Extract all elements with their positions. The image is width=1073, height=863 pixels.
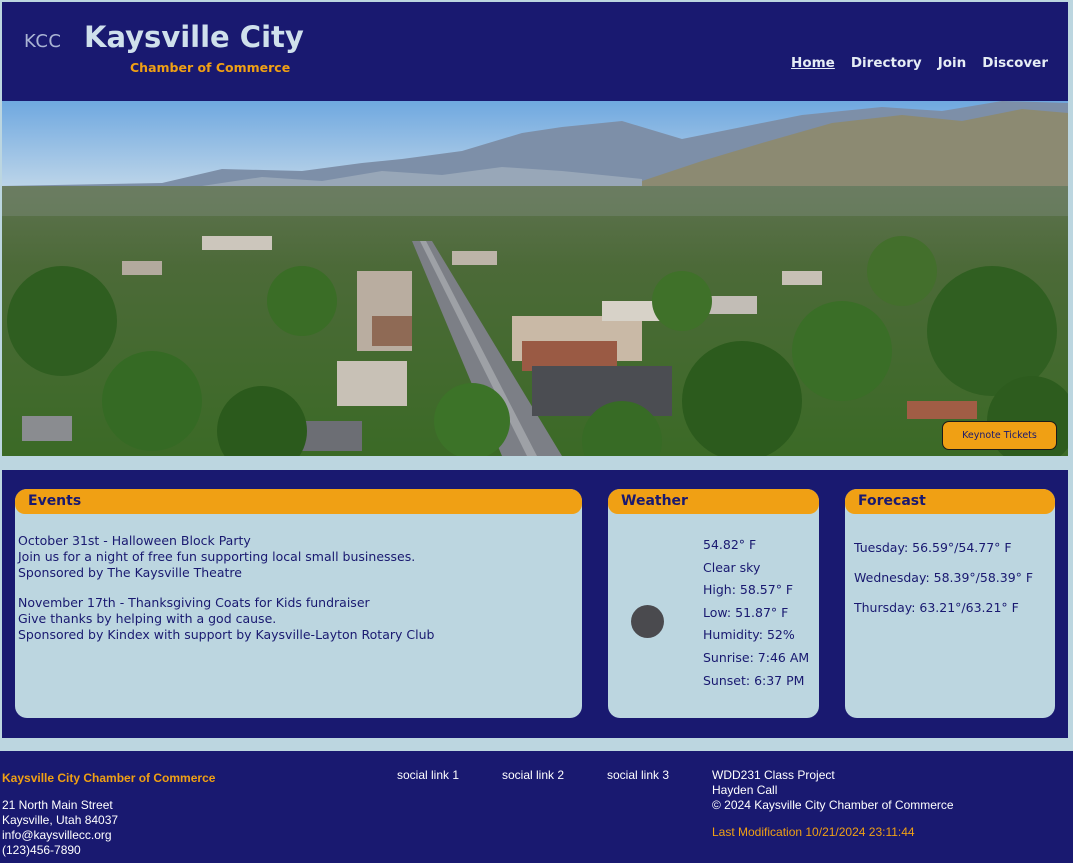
- weather-high: High: 58.57° F: [703, 582, 794, 598]
- footer-address-line: 21 North Main Street: [2, 798, 113, 812]
- event-sponsor: Sponsored by Kindex with support by Kays…: [18, 627, 435, 642]
- weather-sunrise: Sunrise: 7:46 AM: [703, 649, 810, 665]
- keynote-tickets-button[interactable]: Keynote Tickets: [942, 421, 1057, 450]
- logo[interactable]: KCC: [24, 31, 61, 52]
- weather-temp: 54.82° F: [703, 537, 757, 552]
- footer-author: Hayden Call: [712, 783, 778, 797]
- weather-heading: Weather: [608, 489, 819, 514]
- hero-image: [2, 101, 1068, 456]
- forecast-day: Tuesday: 56.59°/54.77° F: [854, 540, 1012, 555]
- weather-details: 54.82° F Clear sky High: 58.57° F Low: 5…: [703, 537, 815, 695]
- forecast-list: Tuesday: 56.59°/54.77° F Wednesday: 58.3…: [854, 540, 1033, 630]
- info-section: Events October 31st - Halloween Block Pa…: [2, 470, 1068, 738]
- footer-address-line: Kaysville, Utah 84037: [2, 813, 119, 827]
- forecast-card: Forecast Tuesday: 56.59°/54.77° F Wednes…: [845, 489, 1055, 718]
- social-link-2[interactable]: social link 2: [502, 768, 564, 782]
- nav-home[interactable]: Home: [791, 55, 835, 71]
- footer-last-modified: Last Modification 10/21/2024 23:11:44: [712, 825, 915, 839]
- event-title: November 17th - Thanksgiving Coats for K…: [18, 595, 370, 610]
- nav-directory[interactable]: Directory: [851, 55, 922, 71]
- event-description: Give thanks by helping with a god cause.: [18, 611, 277, 626]
- event-description: Join us for a night of free fun supporti…: [18, 549, 416, 564]
- event-item: November 17th - Thanksgiving Coats for K…: [18, 595, 434, 643]
- footer-project: WDD231 Class Project: [712, 768, 835, 782]
- site-header: KCC Kaysville City Chamber of Commerce H…: [2, 2, 1068, 101]
- nav-join[interactable]: Join: [938, 55, 967, 71]
- weather-condition: Clear sky: [703, 559, 761, 575]
- events-card: Events October 31st - Halloween Block Pa…: [15, 489, 582, 718]
- footer-copyright: © 2024 Kaysville City Chamber of Commerc…: [712, 798, 954, 812]
- forecast-heading: Forecast: [845, 489, 1055, 514]
- weather-card: Weather 54.82° F Clear sky High: 58.57° …: [608, 489, 819, 718]
- weather-icon: [631, 605, 664, 638]
- footer-email: info@kaysvillecc.org: [2, 828, 112, 842]
- site-subtitle: Chamber of Commerce: [130, 60, 291, 75]
- weather-sunset: Sunset: 6:37 PM: [703, 672, 805, 688]
- weather-low: Low: 51.87° F: [703, 604, 789, 620]
- site-title: Kaysville City: [84, 20, 304, 54]
- forecast-day: Thursday: 63.21°/63.21° F: [854, 600, 1019, 615]
- social-link-3[interactable]: social link 3: [607, 768, 669, 782]
- site-footer: Kaysville City Chamber of Commerce 21 No…: [0, 751, 1073, 863]
- footer-org-name: Kaysville City Chamber of Commerce: [2, 771, 216, 785]
- footer-contact: 21 North Main Street Kaysville, Utah 840…: [2, 798, 118, 858]
- forecast-day: Wednesday: 58.39°/58.39° F: [854, 570, 1034, 585]
- nav-discover[interactable]: Discover: [982, 55, 1048, 71]
- event-title: October 31st - Halloween Block Party: [18, 533, 251, 548]
- main-nav: Home Directory Join Discover: [791, 55, 1048, 71]
- event-sponsor: Sponsored by The Kaysville Theatre: [18, 565, 242, 580]
- footer-project-info: WDD231 Class Project Hayden Call © 2024 …: [712, 768, 954, 813]
- footer-phone: (123)456-7890: [2, 843, 81, 857]
- social-link-1[interactable]: social link 1: [397, 768, 459, 782]
- events-heading: Events: [15, 489, 582, 514]
- event-item: October 31st - Halloween Block Party Joi…: [18, 533, 415, 581]
- weather-humidity: Humidity: 52%: [703, 627, 795, 643]
